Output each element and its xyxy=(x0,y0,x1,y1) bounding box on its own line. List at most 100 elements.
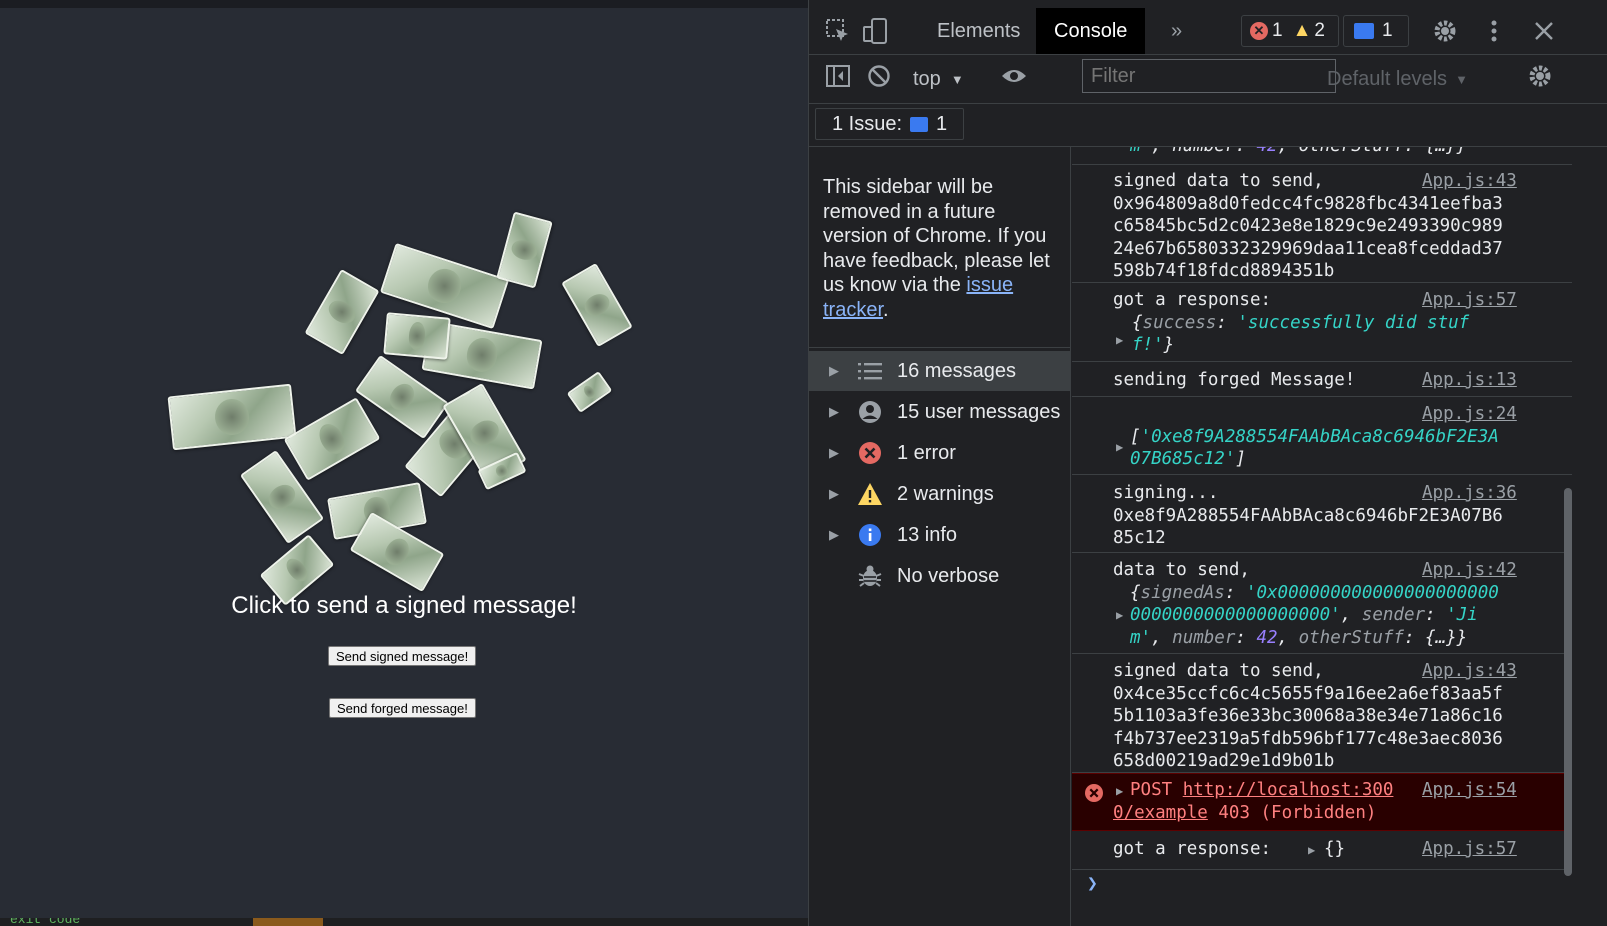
expand-arrow-icon[interactable]: ▶ xyxy=(1116,333,1123,347)
source-link[interactable]: App.js:24 xyxy=(1422,403,1517,426)
expand-arrow-icon[interactable]: ▶ xyxy=(1116,784,1123,798)
browser-top-strip xyxy=(0,0,808,8)
log-levels-dropdown[interactable]: Default levels ▼ xyxy=(1327,64,1468,94)
source-link[interactable]: App.js:42 xyxy=(1422,559,1517,582)
send-forged-message-button[interactable]: Send forged message! xyxy=(329,698,476,718)
app-headline: Click to send a signed message! xyxy=(231,592,577,619)
source-link[interactable]: App.js:43 xyxy=(1422,660,1517,683)
message-line: 0x964809a8d0fedcc4fc9828fbc4341eefba3 xyxy=(1113,193,1503,214)
source-link[interactable]: App.js:57 xyxy=(1422,289,1517,312)
device-toolbar-icon[interactable] xyxy=(861,16,891,46)
log-levels-value: Default levels xyxy=(1327,67,1448,90)
clear-console-icon[interactable] xyxy=(864,61,894,91)
message-line: 598b74f18fdcd8894351b xyxy=(1113,261,1335,281)
expand-arrow-icon[interactable]: ▶ xyxy=(1308,843,1315,857)
console-prompt-caret-icon[interactable]: ❯ xyxy=(1087,873,1098,894)
settings-gear-icon[interactable] xyxy=(1430,16,1460,46)
sidebar-item-label: No verbose xyxy=(897,564,1000,587)
expand-arrow-icon: ▶ xyxy=(829,445,839,460)
error-icon: ✕ xyxy=(1250,22,1268,40)
value-object: {} xyxy=(1324,839,1346,859)
send-signed-message-button[interactable]: Send signed message! xyxy=(328,646,477,666)
more-options-icon[interactable] xyxy=(1479,16,1509,46)
money-bill xyxy=(561,262,633,348)
console-settings-gear-icon[interactable] xyxy=(1525,61,1555,91)
sidebar-item-messages[interactable]: ▶ 16 messages xyxy=(809,351,1071,391)
message-line: 5b1103a3fe36e33bc30068a38e34e71a86c16 xyxy=(1113,706,1503,726)
object-key: otherStuff xyxy=(1298,627,1404,648)
value-string: '0x000000000000000000000 xyxy=(1245,582,1499,603)
list-icon xyxy=(857,358,883,384)
message-line: signed data to send, xyxy=(1113,171,1324,191)
messages-badge[interactable]: 1 xyxy=(1343,15,1409,47)
expand-arrow-icon: ▶ xyxy=(829,486,839,501)
source-link[interactable]: App.js:13 xyxy=(1422,369,1517,392)
value-text: , number: xyxy=(1151,147,1256,156)
source-link[interactable]: App.js:57 xyxy=(1422,838,1517,861)
sidebar-item-verbose[interactable]: No verbose xyxy=(809,556,1071,596)
console-message: signed data to send, 0x964809a8d0fedcc4f… xyxy=(1072,165,1572,283)
terminal-tab[interactable] xyxy=(253,918,323,926)
value-string: m' xyxy=(1130,627,1152,648)
expand-arrow-icon[interactable]: ▶ xyxy=(1116,608,1123,622)
chevron-down-icon: ▼ xyxy=(950,71,964,87)
sidebar-item-label: 2 warnings xyxy=(897,482,994,505)
warning-icon xyxy=(857,481,883,507)
message-line: signed data to send, xyxy=(1113,661,1324,681)
value-number: 42 xyxy=(1256,147,1277,156)
context-selector-value: top xyxy=(913,67,941,90)
request-url[interactable]: http://localhost:300 xyxy=(1183,780,1394,800)
money-bill xyxy=(167,383,297,451)
sidebar-item-errors[interactable]: ▶ 1 error xyxy=(809,433,1071,473)
sidebar-item-user-messages[interactable]: ▶ 15 user messages xyxy=(809,392,1071,432)
context-selector[interactable]: top ▼ xyxy=(913,64,964,94)
tab-console[interactable]: Console xyxy=(1036,8,1146,54)
message-count: 1 xyxy=(1382,20,1393,41)
value-text: , otherStuff: {…}} xyxy=(1278,147,1468,156)
message-line: 0xe8f9A288554FAAbBAca8c6946bF2E3A07B6 xyxy=(1113,505,1503,526)
sidebar-item-label: 16 messages xyxy=(897,359,1016,382)
console-scrollbar[interactable] xyxy=(1564,488,1572,876)
sidebar-divider xyxy=(809,347,1071,348)
console-message: got a response: ▶ {success: 'successfull… xyxy=(1072,284,1572,362)
tab-elements[interactable]: Elements xyxy=(919,8,1038,54)
source-link[interactable]: App.js:54 xyxy=(1422,779,1517,802)
bug-icon xyxy=(857,563,883,589)
error-icon xyxy=(1084,783,1104,808)
console-message: m', number: 42, otherStuff: {…}} xyxy=(1072,147,1572,165)
expand-arrow-icon: ▶ xyxy=(829,363,839,378)
value-string: 07B685c12' xyxy=(1130,449,1236,469)
expand-arrow-icon[interactable]: ▶ xyxy=(1116,440,1123,454)
sidebar-item-info[interactable]: ▶ 13 info xyxy=(809,515,1071,555)
more-tabs-icon[interactable]: » xyxy=(1153,8,1200,54)
value-number: 42 xyxy=(1256,627,1278,648)
issues-button[interactable]: 1 Issue: 1 xyxy=(815,108,965,140)
sidebar-item-warnings[interactable]: ▶ 2 warnings xyxy=(809,474,1071,514)
issues-badge-group[interactable]: ✕ 1 ▲ 2 xyxy=(1241,15,1339,47)
filter-input[interactable] xyxy=(1082,59,1336,93)
value-string: 'Ji xyxy=(1446,605,1478,625)
message-line: 85c12 xyxy=(1113,528,1166,548)
sidebar-toggle-icon[interactable] xyxy=(823,61,853,91)
request-url[interactable]: 0/example xyxy=(1113,803,1208,823)
sidebar-deprecation-note: This sidebar will be removed in a future… xyxy=(823,175,1063,322)
object-key: sender xyxy=(1361,605,1426,625)
money-animation xyxy=(167,211,633,645)
inspect-element-icon[interactable] xyxy=(823,16,853,46)
console-message: data to send, App.js:42 {signedAs: '0x00… xyxy=(1072,554,1572,654)
console-message: App.js:24 ▶ ['0xe8f9A288554FAAbBAca8c694… xyxy=(1072,398,1572,475)
expand-arrow-icon: ▶ xyxy=(829,527,839,542)
object-key: success xyxy=(1142,313,1217,333)
source-link[interactable]: App.js:43 xyxy=(1422,170,1517,193)
devtools-panel: Elements Console » ✕ 1 ▲ 2 1 top ▼ Filte… xyxy=(808,0,1607,926)
source-link[interactable]: App.js:36 xyxy=(1422,482,1517,505)
warning-count: 2 xyxy=(1314,20,1325,41)
object-key: signedAs xyxy=(1140,582,1225,603)
message-label: data to send, xyxy=(1113,560,1250,580)
console-output: m', number: 42, otherStuff: {…}} signed … xyxy=(1072,147,1607,926)
console-message: got a response: ▶ {} App.js:57 xyxy=(1072,832,1572,870)
money-bill xyxy=(566,370,613,414)
live-expression-eye-icon[interactable] xyxy=(999,61,1029,91)
close-icon[interactable] xyxy=(1529,16,1559,46)
value-string: 'successfully did stuf xyxy=(1237,313,1470,333)
